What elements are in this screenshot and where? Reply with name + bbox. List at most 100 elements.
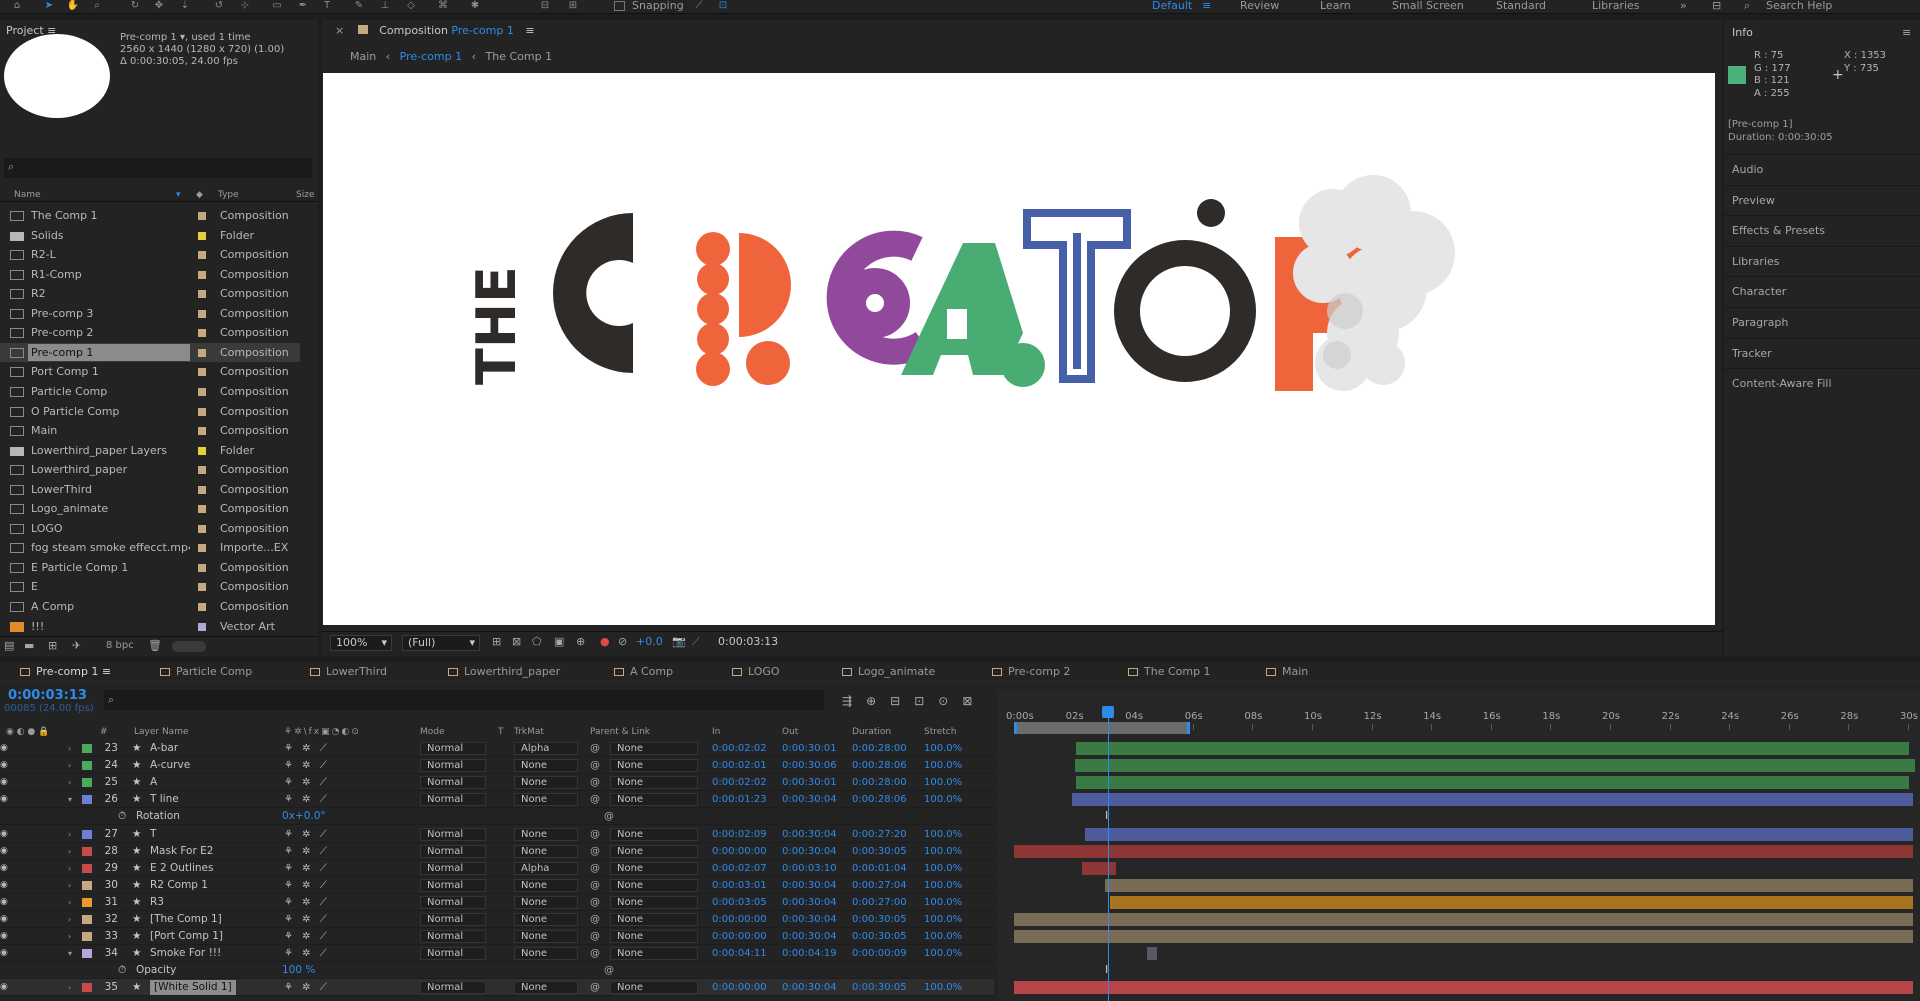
workspace-small-screen[interactable]: Small Screen xyxy=(1392,0,1464,12)
layer-duration[interactable]: 0:00:28:00 xyxy=(852,774,907,791)
visibility-eye-icon[interactable]: ◉ xyxy=(0,928,10,945)
visibility-eye-icon[interactable]: ◉ xyxy=(0,740,10,757)
comp-flowchart-icon[interactable]: ⇶ xyxy=(842,694,866,708)
trash-icon[interactable]: 🗑 xyxy=(148,639,162,652)
workspace-default[interactable]: Default xyxy=(1152,0,1192,12)
project-item[interactable]: Main Composition xyxy=(0,421,300,440)
layer-row[interactable]: ◉ › 25 ★ A ⚘ ✲ ⟋ Normal None @ None 0:00:02:02 0:00… xyxy=(0,774,994,792)
workspace-menu-icon[interactable]: ≡ xyxy=(1202,0,1211,12)
resolution-dropdown[interactable]: (Full) ▾ xyxy=(402,635,480,651)
property-value[interactable]: 100 % xyxy=(282,962,315,979)
parent-dropdown[interactable]: None xyxy=(610,759,698,773)
new-comp-icon[interactable]: ⊞ xyxy=(48,639,57,652)
label-color-swatch[interactable] xyxy=(198,603,206,611)
label-color-swatch[interactable] xyxy=(198,231,206,240)
track-matte-dropdown[interactable]: None xyxy=(514,776,578,790)
timeline-tab[interactable]: Lowerthird_paper xyxy=(446,662,560,682)
layer-switches-icons[interactable]: ⚘ ✲ ⟋ xyxy=(284,826,330,843)
parent-dropdown[interactable]: None xyxy=(610,878,698,892)
panel-character[interactable]: Character xyxy=(1724,276,1920,306)
panel-tracker[interactable]: Tracker xyxy=(1724,337,1920,368)
workspace-standard[interactable]: Standard xyxy=(1496,0,1546,12)
chevron-right-icon[interactable]: › xyxy=(68,928,71,945)
project-item[interactable]: LOGO Composition xyxy=(0,519,300,538)
parent-dropdown[interactable]: None xyxy=(610,895,698,909)
layer-label-swatch[interactable] xyxy=(82,761,92,771)
share-icon[interactable]: ⊟ xyxy=(1712,0,1721,12)
project-item[interactable]: Particle Comp Composition xyxy=(0,382,300,401)
column-trkmat[interactable]: TrkMat xyxy=(514,726,544,738)
stopwatch-icon[interactable]: ⏱ xyxy=(118,962,126,979)
layer-name[interactable]: T line xyxy=(150,791,179,808)
track-matte-dropdown[interactable]: None xyxy=(514,844,578,858)
axis-icon[interactable]: ⊞ xyxy=(566,0,580,12)
thumbnail-slider[interactable] xyxy=(172,641,206,652)
align-icon[interactable]: ⊟ xyxy=(538,0,552,12)
layer-duration[interactable]: 0:00:30:05 xyxy=(852,979,907,996)
layer-in-time[interactable]: 0:00:00:00 xyxy=(712,928,767,945)
parent-dropdown[interactable]: None xyxy=(610,793,698,807)
project-item[interactable]: Logo_animate Composition xyxy=(0,499,300,518)
layer-stretch[interactable]: 100.0% xyxy=(924,928,962,945)
visibility-eye-icon[interactable]: ◉ xyxy=(0,757,10,774)
parent-dropdown[interactable]: None xyxy=(610,913,698,926)
layer-duration-bar[interactable] xyxy=(1082,861,1116,875)
parent-dropdown[interactable]: None xyxy=(610,776,698,790)
label-color-swatch[interactable] xyxy=(198,563,206,572)
label-color-swatch[interactable] xyxy=(198,485,206,494)
project-item[interactable]: E Particle Comp 1 Composition xyxy=(0,558,300,577)
chevron-right-icon[interactable]: › xyxy=(68,757,71,774)
layer-duration[interactable]: 0:00:01:04 xyxy=(852,860,907,877)
close-icon[interactable]: × xyxy=(335,24,344,37)
column-out[interactable]: Out xyxy=(782,726,798,738)
pick-whip-icon[interactable]: @ xyxy=(590,774,600,791)
layer-switches-icons[interactable]: ⚘ ✲ ⟋ xyxy=(284,791,330,808)
label-color-swatch[interactable] xyxy=(198,427,206,436)
chevron-right-icon[interactable]: › xyxy=(68,979,71,996)
panel-menu-icon[interactable]: ≡ xyxy=(525,24,534,37)
timeline-tab[interactable]: Pre-comp 1 ≡ xyxy=(18,662,111,682)
pick-whip-icon[interactable]: @ xyxy=(590,791,600,808)
crumb-main[interactable]: Main xyxy=(350,50,376,63)
project-item[interactable]: R2-L Composition xyxy=(0,245,300,264)
layer-out-time[interactable]: 0:00:30:01 xyxy=(782,774,837,791)
expression-pick-whip-icon[interactable]: @ xyxy=(604,808,614,825)
pen-tool-icon[interactable]: ✒ xyxy=(296,0,310,12)
layer-out-time[interactable]: 0:00:30:04 xyxy=(782,843,837,860)
layer-duration[interactable]: 0:00:27:00 xyxy=(852,894,907,911)
chevron-right-icon[interactable]: › xyxy=(68,843,71,860)
label-color-swatch[interactable] xyxy=(198,466,206,475)
pick-whip-icon[interactable]: @ xyxy=(590,757,600,774)
new-folder-icon[interactable]: ▬ xyxy=(24,639,34,652)
visibility-eye-icon[interactable]: ◉ xyxy=(0,843,10,860)
layer-in-time[interactable]: 0:00:00:00 xyxy=(712,911,767,928)
snap-icon[interactable]: ⟋ xyxy=(692,0,706,12)
layer-switches-icons[interactable]: ⚘ ✲ ⟋ xyxy=(284,877,330,894)
parent-dropdown[interactable]: None xyxy=(610,844,698,858)
project-item[interactable]: Port Comp 1 Composition xyxy=(0,362,300,381)
draft-3d-icon[interactable]: ⊕ xyxy=(866,694,890,708)
visibility-eye-icon[interactable]: ◉ xyxy=(0,911,10,928)
expression-pick-whip-icon[interactable]: @ xyxy=(604,962,614,979)
visibility-eye-icon[interactable]: ◉ xyxy=(0,826,10,843)
layer-duration[interactable]: 0:00:28:06 xyxy=(852,791,907,808)
column-size[interactable]: Size xyxy=(296,188,314,202)
composition-tab[interactable]: × Composition Pre-comp 1 ≡ xyxy=(335,23,535,39)
layer-row[interactable]: ◉ › 24 ★ A-curve ⚘ ✲ ⟋ Normal None @ None 0:00:02:… xyxy=(0,757,994,775)
sort-chevron-icon[interactable]: ▾ xyxy=(176,188,181,202)
project-item[interactable]: fog steam smoke effecct.mp4 Importe...EX xyxy=(0,538,300,557)
layer-row[interactable]: ◉ ▾ 34 ★ Smoke For !!! ⚘ ✲ ⟋ Normal None @ None 0:… xyxy=(0,945,994,963)
pick-whip-icon[interactable]: @ xyxy=(590,740,600,757)
label-color-swatch[interactable] xyxy=(198,348,206,357)
project-item[interactable]: Pre-comp 3 Composition xyxy=(0,304,300,323)
show-snapshot-icon[interactable]: ⟋ xyxy=(692,632,700,652)
layer-stretch[interactable]: 100.0% xyxy=(924,826,962,843)
color-channel-icon[interactable]: ● xyxy=(600,632,610,652)
layer-out-time[interactable]: 0:00:30:04 xyxy=(782,791,837,808)
more-workspaces-icon[interactable]: » xyxy=(1680,0,1687,12)
layer-label-swatch[interactable] xyxy=(82,932,92,942)
layer-stretch[interactable]: 100.0% xyxy=(924,877,962,894)
column-number[interactable]: # xyxy=(100,726,108,738)
zoom-tool-icon[interactable]: ⌕ xyxy=(90,0,104,12)
pick-whip-icon[interactable]: @ xyxy=(590,979,600,996)
